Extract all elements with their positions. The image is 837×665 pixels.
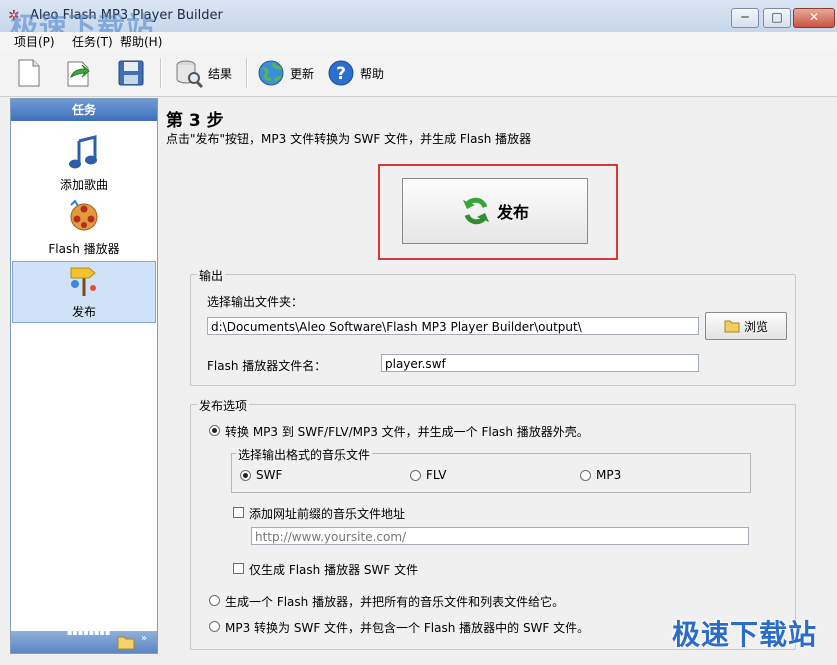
browse-button[interactable]: 浏览 bbox=[705, 312, 787, 340]
option-convert-radio[interactable] bbox=[209, 425, 220, 436]
sidebar-item-add-songs[interactable]: 添加歌曲 bbox=[11, 135, 157, 193]
svg-text:?: ? bbox=[336, 64, 346, 84]
option-player-label: 生成一个 Flash 播放器，并把所有的音乐文件和列表文件给它。 bbox=[225, 595, 565, 609]
database-search-icon bbox=[174, 58, 204, 88]
sidebar-header: 任务 bbox=[11, 99, 157, 121]
toolbar: 结果 更新 ? 帮助 bbox=[0, 50, 837, 97]
format-swf-radio[interactable] bbox=[240, 470, 251, 481]
publish-signpost-icon bbox=[67, 267, 101, 301]
help-label: 帮助 bbox=[360, 66, 385, 81]
only-swf-label: 仅生成 Flash 播放器 SWF 文件 bbox=[249, 563, 419, 577]
open-button[interactable] bbox=[64, 56, 94, 90]
step-description: 点击"发布"按钮，MP3 文件转换为 SWF 文件，并生成 Flash 播放器 bbox=[166, 132, 532, 146]
output-folder-input[interactable]: d:\Documents\Aleo Software\Flash MP3 Pla… bbox=[207, 317, 699, 335]
format-mp3-radio[interactable] bbox=[580, 470, 591, 481]
help-question-icon: ? bbox=[326, 58, 356, 88]
maximize-button[interactable]: □ bbox=[763, 8, 791, 28]
task-sidebar: 任务 添加歌曲 Flash 播放器 发布 ▪▪▪▪▪▪▪▪ » bbox=[10, 98, 158, 654]
url-prefix-checkbox[interactable] bbox=[233, 507, 244, 518]
option-convert-label: 转换 MP3 到 SWF/FLV/MP3 文件，并生成一个 Flash 播放器外… bbox=[225, 425, 589, 439]
format-legend: 选择输出格式的音乐文件 bbox=[236, 446, 373, 463]
resize-grip[interactable]: ▪▪▪▪▪▪▪▪ bbox=[67, 629, 110, 637]
menu-bar: 项目(P) 任务(T) 帮助(H) bbox=[0, 32, 837, 50]
folder-options-icon[interactable] bbox=[117, 634, 135, 653]
save-button[interactable] bbox=[116, 56, 146, 90]
main-panel: 第 3 步 点击"发布"按钮，MP3 文件转换为 SWF 文件，并生成 Flas… bbox=[160, 98, 836, 658]
update-label: 更新 bbox=[290, 66, 315, 81]
results-button[interactable]: 结果 bbox=[174, 56, 232, 90]
sidebar-item-label: 发布 bbox=[71, 305, 96, 319]
menu-help[interactable]: 帮助(H) bbox=[120, 33, 162, 50]
new-file-icon bbox=[14, 58, 44, 88]
format-flv-label: FLV bbox=[426, 468, 447, 482]
music-note-icon bbox=[67, 135, 101, 174]
format-group: 选择输出格式的音乐文件 SWF FLV MP3 bbox=[231, 446, 751, 493]
only-swf-checkbox[interactable] bbox=[233, 563, 244, 574]
close-button[interactable]: ✕ bbox=[793, 8, 835, 28]
sidebar-item-label: Flash 播放器 bbox=[48, 242, 120, 256]
format-flv-radio[interactable] bbox=[410, 470, 421, 481]
help-button[interactable]: ? 帮助 bbox=[326, 56, 384, 90]
publish-label: 发布 bbox=[496, 203, 529, 222]
output-folder-label: 选择输出文件夹： bbox=[207, 295, 304, 309]
folder-icon bbox=[724, 319, 740, 333]
browse-label: 浏览 bbox=[743, 319, 768, 334]
option-embed-label: MP3 转换为 SWF 文件，并包含一个 Flash 播放器中的 SWF 文件。 bbox=[225, 621, 590, 635]
update-button[interactable]: 更新 bbox=[256, 56, 314, 90]
sidebar-item-flash-player[interactable]: Flash 播放器 bbox=[11, 199, 157, 257]
watermark-bottom: 极速下载站 bbox=[671, 618, 817, 651]
minimize-button[interactable]: ─ bbox=[731, 8, 759, 28]
sidebar-footer: ▪▪▪▪▪▪▪▪ » bbox=[11, 629, 157, 653]
menu-project[interactable]: 项目(P) bbox=[14, 33, 55, 50]
publish-highlight-frame: 发布 bbox=[378, 164, 618, 260]
chevron-down-icon[interactable]: » bbox=[141, 633, 147, 644]
globe-update-icon bbox=[256, 58, 286, 88]
option-player-radio[interactable] bbox=[209, 595, 220, 606]
open-file-icon bbox=[64, 58, 94, 88]
url-prefix-label: 添加网址前缀的音乐文件地址 bbox=[249, 507, 406, 521]
sidebar-item-label: 添加歌曲 bbox=[59, 178, 108, 192]
option-embed-radio[interactable] bbox=[209, 621, 220, 632]
publish-options-legend: 发布选项 bbox=[197, 397, 250, 414]
results-label: 结果 bbox=[208, 66, 233, 81]
menu-task[interactable]: 任务(T) bbox=[72, 33, 113, 50]
film-reel-icon bbox=[67, 199, 101, 238]
player-name-input[interactable]: player.swf bbox=[381, 354, 699, 372]
format-swf-label: SWF bbox=[256, 468, 283, 482]
save-floppy-icon bbox=[116, 58, 146, 88]
refresh-arrows-icon bbox=[461, 196, 491, 226]
publish-button[interactable]: 发布 bbox=[402, 178, 588, 244]
sidebar-item-publish[interactable]: 发布 bbox=[12, 261, 156, 323]
url-prefix-input[interactable]: http://www.yoursite.com/ bbox=[251, 527, 749, 545]
format-mp3-label: MP3 bbox=[596, 468, 622, 482]
player-name-label: Flash 播放器文件名： bbox=[207, 359, 327, 373]
step-title: 第 3 步 bbox=[166, 111, 224, 131]
output-group: 输出 选择输出文件夹： d:\Documents\Aleo Software\F… bbox=[190, 267, 796, 386]
output-legend: 输出 bbox=[197, 267, 226, 284]
new-button[interactable] bbox=[14, 56, 44, 90]
